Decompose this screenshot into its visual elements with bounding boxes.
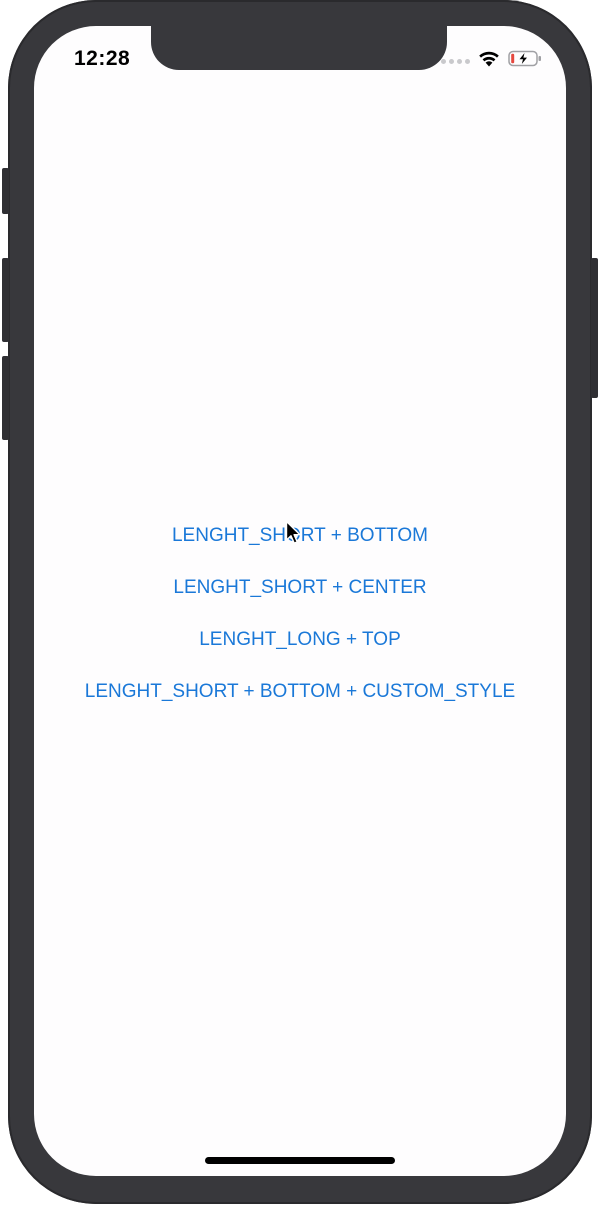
power-button [591, 258, 598, 398]
wifi-icon [478, 50, 500, 72]
mouse-cursor-icon [285, 520, 303, 546]
notch [151, 26, 447, 70]
app-screen: 12:28 LENGHT_SHORT + BOTTOM LENGHT_SHORT… [34, 26, 566, 1176]
signal-dots-icon [441, 58, 470, 64]
lenght-short-bottom-custom-style-button[interactable]: LENGHT_SHORT + BOTTOM + CUSTOM_STYLE [34, 666, 566, 718]
device: 12:28 LENGHT_SHORT + BOTTOM LENGHT_SHORT… [0, 0, 600, 1206]
battery-charging-icon [508, 50, 542, 72]
lenght-short-center-button[interactable]: LENGHT_SHORT + CENTER [34, 562, 566, 614]
status-icons [441, 50, 542, 72]
status-time: 12:28 [74, 47, 131, 70]
lenght-long-top-button[interactable]: LENGHT_LONG + TOP [34, 614, 566, 666]
volume-up-button [2, 258, 9, 342]
volume-down-button [2, 356, 9, 440]
home-indicator[interactable] [205, 1157, 395, 1164]
mute-switch [2, 168, 9, 214]
